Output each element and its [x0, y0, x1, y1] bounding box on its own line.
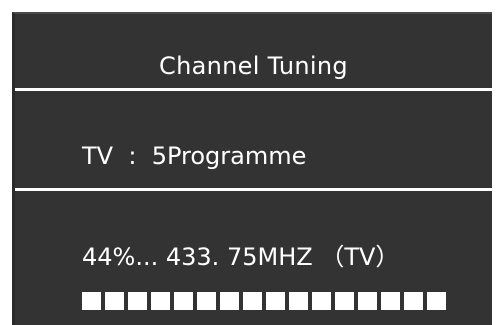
channel-tuning-panel: Channel Tuning TV : 5Programme 44%... 43…: [12, 12, 492, 325]
progress-segment: [266, 292, 285, 310]
progress-segment: [82, 292, 101, 310]
progress-segment: [312, 292, 331, 310]
tv-screen: Channel Tuning TV : 5Programme 44%... 43…: [0, 0, 498, 325]
progress-percent-text: 44%...: [82, 243, 159, 271]
progress-segment: [358, 292, 377, 310]
menu-title: Channel Tuning: [159, 52, 348, 80]
progress-segment: [427, 292, 446, 310]
progress-segment: [197, 292, 216, 310]
tuning-status-row: 44%... 433. 75MHZ （TV）: [82, 243, 399, 271]
programme-label: 5Programme: [151, 142, 307, 170]
progress-segment: [289, 292, 308, 310]
source-label: TV: [82, 142, 114, 170]
band-text: （TV）: [320, 243, 400, 271]
frequency-text: 433. 75MHZ: [165, 243, 313, 271]
source-row: TV : 5Programme: [82, 142, 306, 170]
progress-segment: [335, 292, 354, 310]
progress-segment: [404, 292, 423, 310]
progress-segment: [220, 292, 239, 310]
progress-segment: [128, 292, 147, 310]
progress-segment: [174, 292, 193, 310]
progress-segment: [243, 292, 262, 310]
tuning-progress-bar: [82, 292, 446, 310]
source-separator: :: [128, 142, 137, 170]
divider-top: [15, 88, 492, 91]
progress-segment: [151, 292, 170, 310]
progress-segment: [381, 292, 400, 310]
progress-segment: [105, 292, 124, 310]
divider-middle: [15, 188, 492, 191]
